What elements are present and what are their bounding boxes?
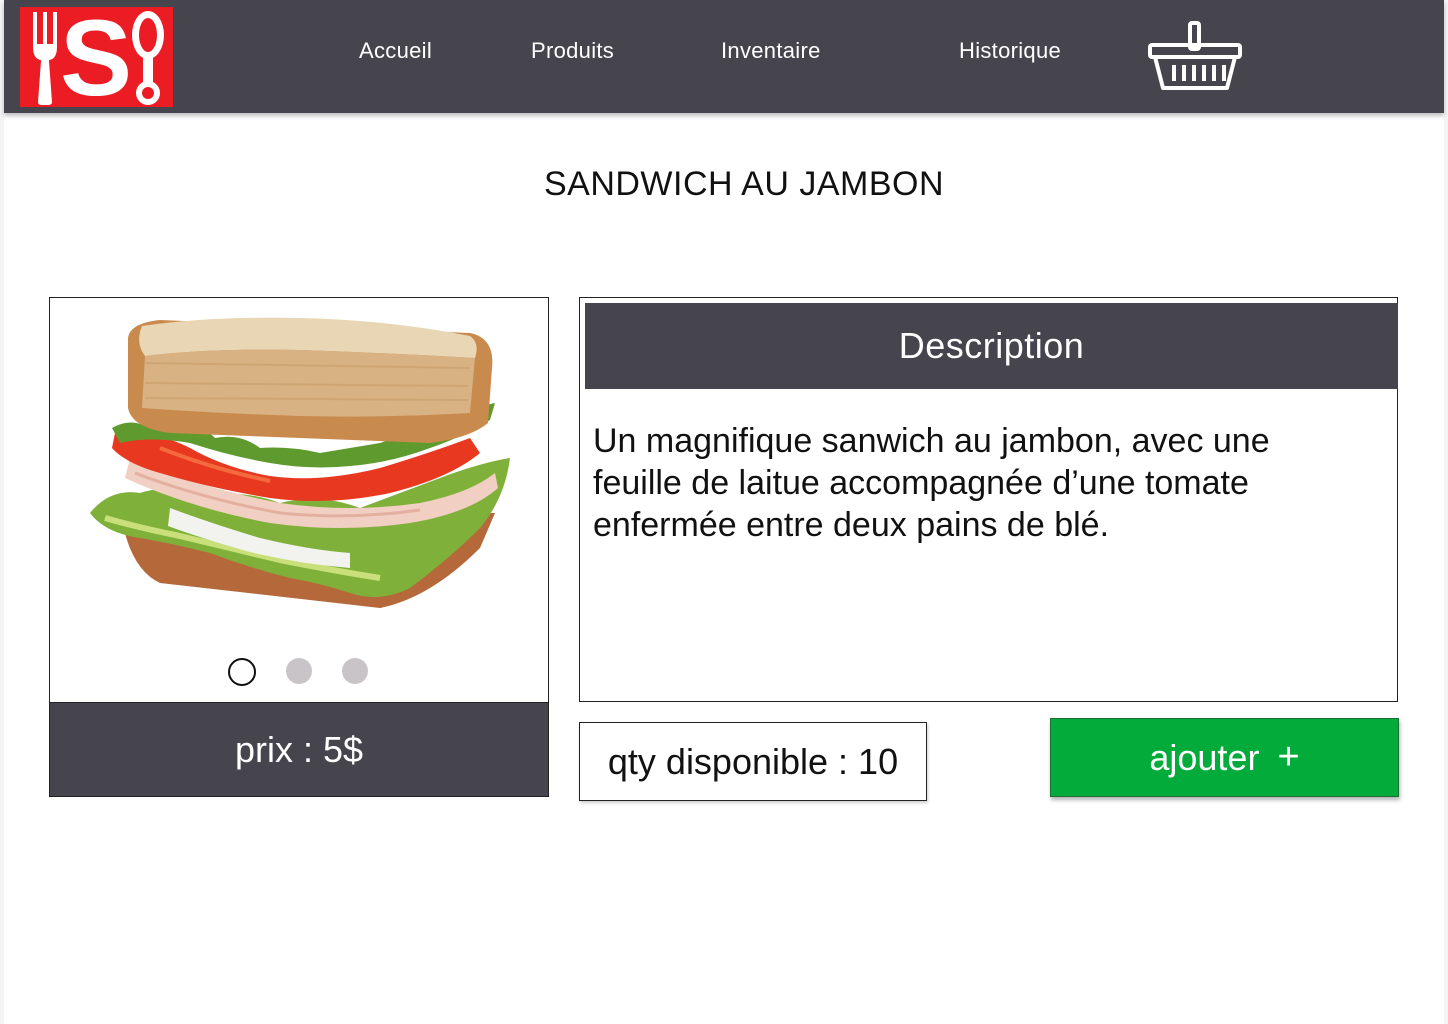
- description-header: Description: [585, 303, 1398, 389]
- fork-s-spoon-logo-icon: S: [31, 0, 164, 118]
- carousel-dot-1[interactable]: [228, 658, 256, 686]
- description-card: Description Un magnifique sanwich au jam…: [579, 297, 1398, 702]
- nav-inventaire[interactable]: Inventaire: [721, 38, 821, 64]
- sandwich-image: [90, 317, 510, 608]
- logo-letter: S: [60, 7, 132, 107]
- price-label: prix : 5$: [49, 702, 549, 797]
- quantity-available: qty disponible : 10: [579, 722, 927, 801]
- product-image-card: [49, 297, 549, 703]
- add-to-cart-button[interactable]: ajouter +: [1050, 718, 1399, 797]
- navbar: S Accueil Produits Inventaire Historique: [4, 0, 1444, 118]
- plus-icon: +: [1277, 736, 1300, 778]
- carousel-dot-2[interactable]: [286, 658, 312, 684]
- carousel-dot-3[interactable]: [342, 658, 368, 684]
- description-text: Un magnifique sanwich au jambon, avec un…: [593, 422, 1270, 544]
- product-title: SANDWICH AU JAMBON: [543, 165, 945, 203]
- nav-historique[interactable]: Historique: [959, 38, 1061, 64]
- logo[interactable]: S: [20, 0, 173, 118]
- nav-accueil[interactable]: Accueil: [359, 38, 432, 64]
- nav-produits[interactable]: Produits: [531, 38, 614, 64]
- product-page: S Accueil Produits Inventaire Historique: [4, 0, 1444, 1024]
- basket-icon[interactable]: [1146, 20, 1244, 94]
- add-button-label: ajouter: [1149, 736, 1260, 778]
